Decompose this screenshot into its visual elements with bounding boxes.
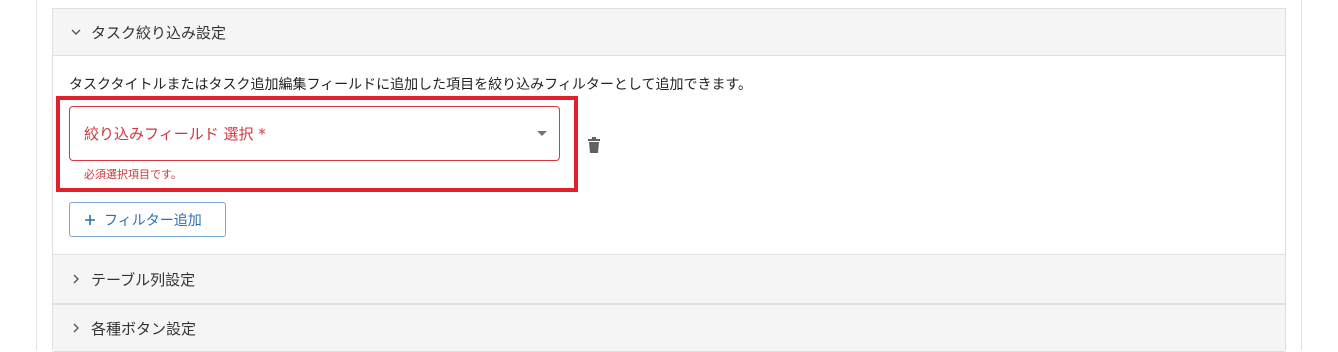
add-filter-label: フィルター追加	[104, 212, 202, 229]
plus-icon	[84, 214, 96, 226]
required-helper-text: 必須選択項目です。	[84, 168, 182, 181]
filter-field-select[interactable]: 絞り込みフィールド 選択 *	[69, 106, 560, 161]
section-title: タスク絞り込み設定	[91, 23, 227, 42]
chevron-right-icon	[69, 321, 83, 335]
section-title: 各種ボタン設定	[91, 319, 197, 338]
trash-icon[interactable]	[585, 136, 603, 154]
chevron-right-icon	[69, 272, 83, 286]
section-header-task-filter[interactable]: タスク絞り込み設定	[53, 8, 1285, 56]
select-label: 絞り込みフィールド 選択 *	[84, 125, 266, 143]
add-filter-button[interactable]: フィルター追加	[69, 202, 226, 237]
chevron-down-icon	[69, 25, 83, 39]
section-title: テーブル列設定	[91, 270, 196, 289]
section-header-buttons[interactable]: 各種ボタン設定	[53, 304, 1285, 352]
section-header-table-columns[interactable]: テーブル列設定	[53, 254, 1285, 304]
section-description: タスクタイトルまたはタスク追加編集フィールドに追加した項目を絞り込みフィルターと…	[69, 77, 753, 93]
dropdown-arrow-icon	[537, 131, 547, 136]
